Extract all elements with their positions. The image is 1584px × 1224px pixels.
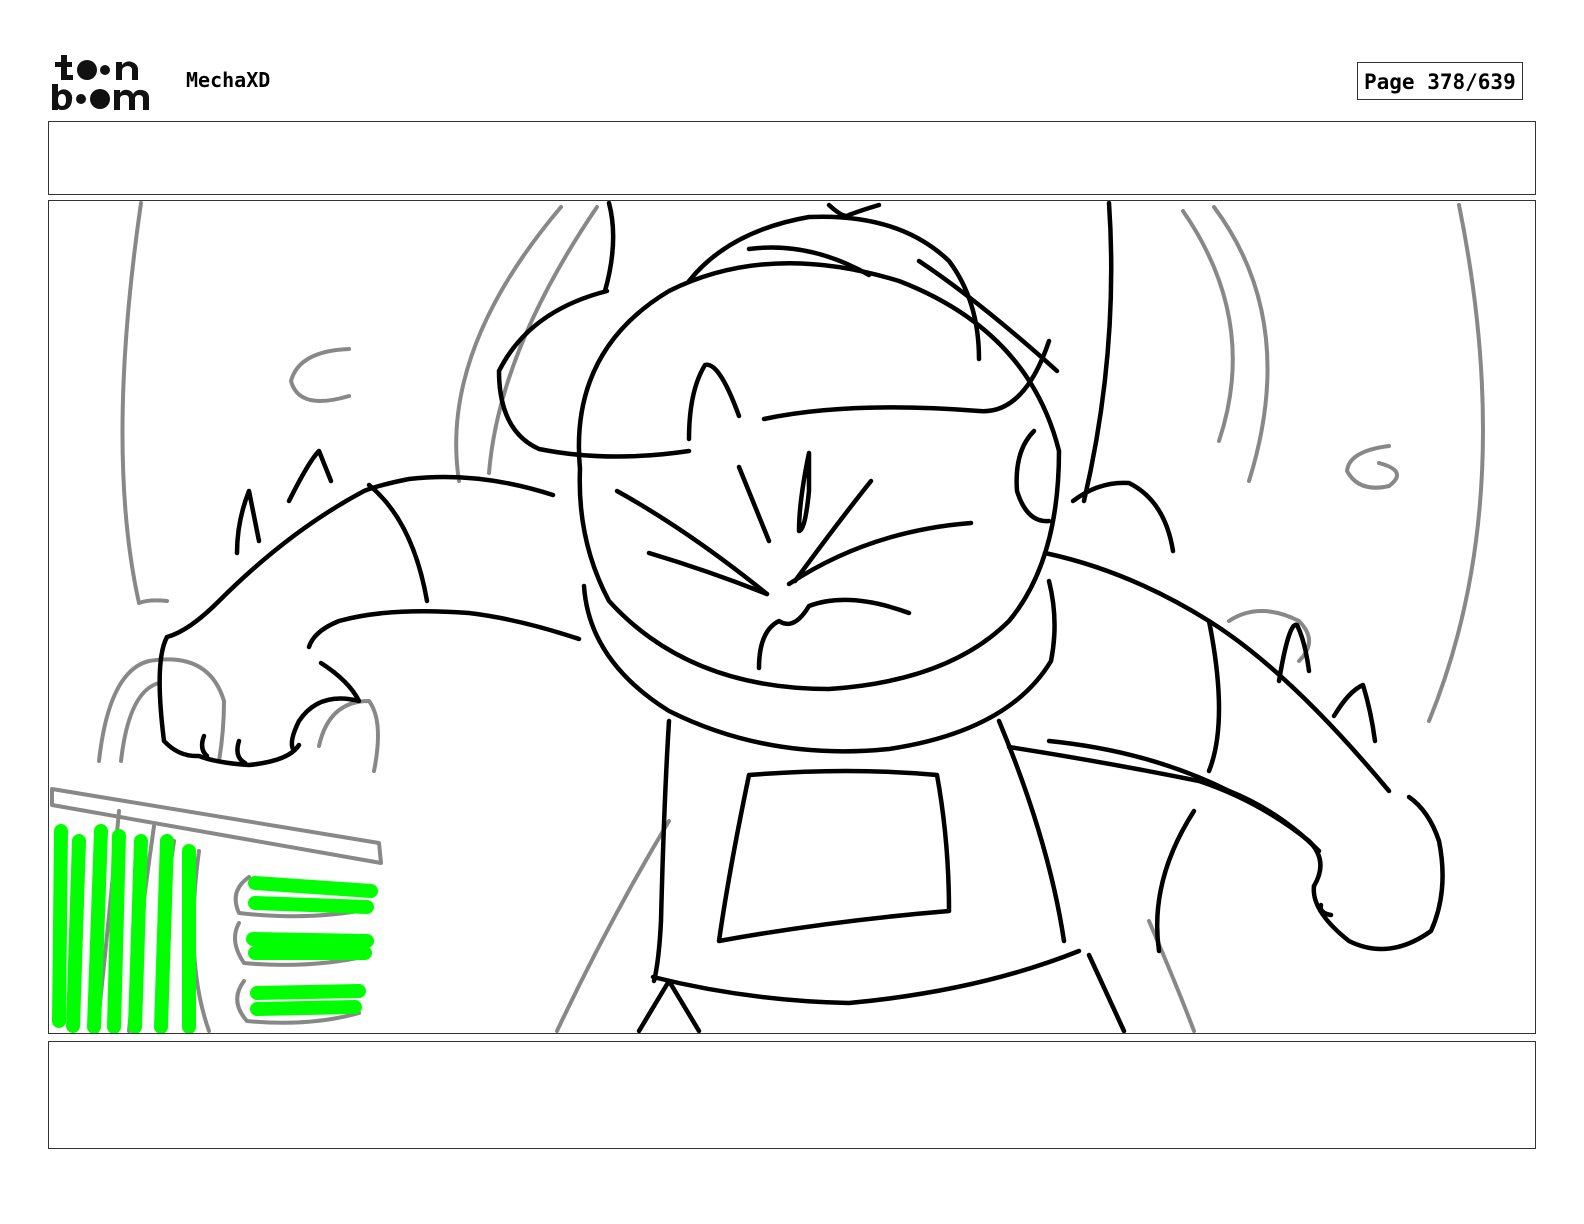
- toon-boom-logo: [52, 55, 149, 110]
- storyboard-panel-image: [48, 200, 1536, 1034]
- project-name: MechaXD: [186, 68, 271, 92]
- page-counter: Page 378/639: [1357, 62, 1523, 100]
- sketch-drawing: [50, 201, 1485, 1033]
- action-notes-box: [48, 121, 1536, 195]
- dialogue-notes-box: [48, 1041, 1536, 1149]
